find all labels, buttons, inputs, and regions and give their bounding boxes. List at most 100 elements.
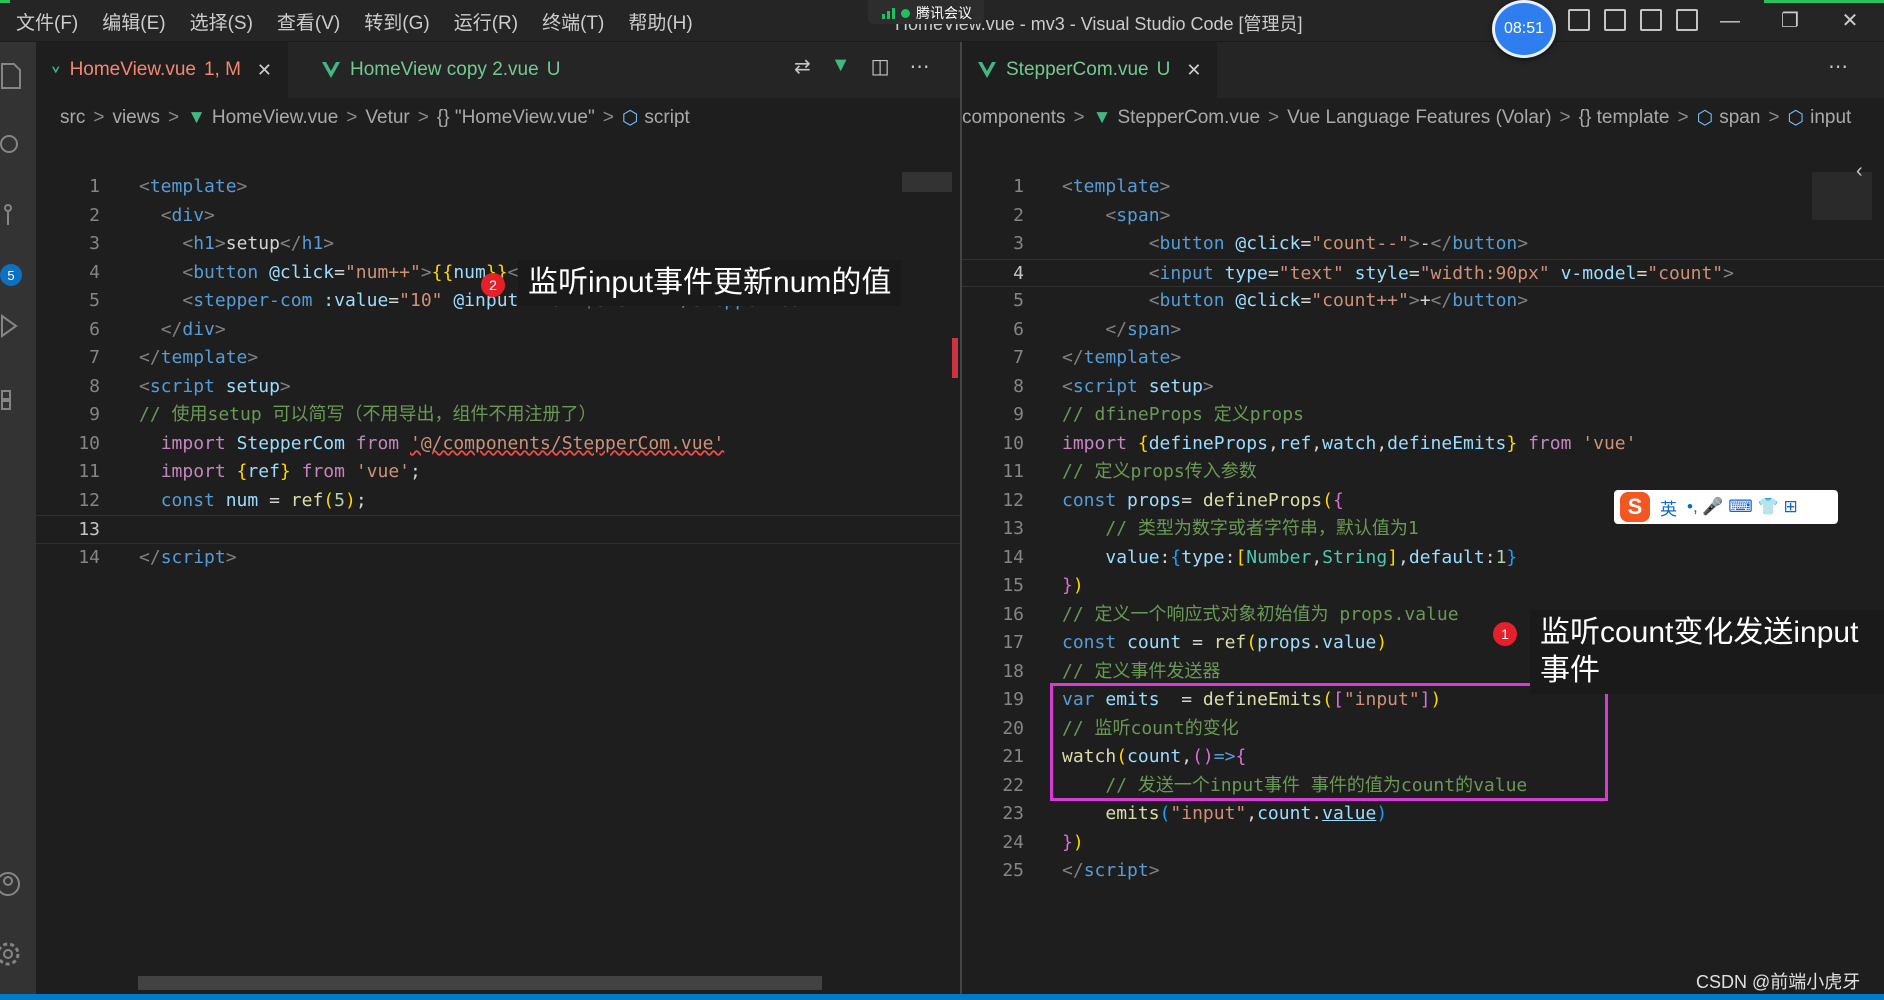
close-tab-icon[interactable]: ✕ [1186,60,1201,81]
manage-gear-icon[interactable] [0,940,24,968]
code-line: import StepperCom from '@/components/Ste… [160,432,725,454]
meeting-indicator[interactable]: 腾讯会议 [868,0,984,24]
toggle-secondary-sidebar-icon[interactable] [1640,9,1662,31]
line-number: 2 [1013,204,1024,226]
code-line: <script setup> [139,375,291,397]
code-line: </template> [139,347,259,368]
code-line: <input type="text" style="width:90px" v-… [1148,262,1734,284]
line-number: 6 [89,318,100,340]
code-line: <h1>setup</h1> [182,233,335,254]
breadcrumb-item[interactable]: Vue Language Features (Volar) [1287,107,1551,129]
floating-clock[interactable]: 08:51 [1492,0,1556,58]
run-debug-icon[interactable] [0,312,24,340]
breadcrumb: components > ▼ StepperCom.vue > Vue Langua… [962,107,1852,129]
horizontal-scrollbar[interactable] [138,976,822,990]
menu-run[interactable]: 运行(R) [454,8,518,35]
line-number: 21 [1002,746,1024,767]
code-line: emits("input",count.value) [1105,803,1388,824]
close-window-button[interactable]: ✕ [1820,6,1880,36]
toggle-primary-sidebar-icon[interactable] [1568,9,1590,31]
line-number: 24 [1002,831,1024,853]
symbol-icon: ⬡ [1787,107,1805,129]
menu-help[interactable]: 帮助(H) [628,8,692,35]
ime-toolbar[interactable]: S 英 •, 🎤 ⌨ 👕 ⊞ [1614,490,1838,524]
code-line: <button @click="count++">+</button> [1148,290,1529,311]
minimap-slider [1812,172,1872,220]
menu-view[interactable]: 查看(V) [277,8,340,35]
ime-language[interactable]: 英 [1660,495,1677,520]
tab-homeview-copy-2[interactable]: HomeView copy 2.vue U [306,42,576,98]
source-control-icon[interactable] [0,202,24,230]
code-editor[interactable]: 1 <template> 2 <div> 3 <h1>setup</h1> 4 <… [36,173,960,572]
breadcrumb-item[interactable]: StepperCom.vue [1117,107,1260,129]
breadcrumb-item[interactable]: span [1719,107,1760,129]
toggle-panel-icon[interactable] [1604,9,1626,31]
layout-controls [1568,9,1698,31]
line-number: 9 [1013,404,1024,425]
tab-homeview[interactable]: HomeView.vue 1, M ✕ [36,42,288,98]
breadcrumb-item[interactable]: {} "HomeView.vue" [437,107,595,129]
close-tab-icon[interactable]: ✕ [257,60,272,81]
code-line: // 定义事件发送器 [1062,660,1221,682]
breadcrumb-item[interactable]: Vetur [365,107,409,129]
split-editor-icon[interactable]: ◫ [871,54,890,79]
line-number: 23 [1002,803,1024,824]
line-number: 17 [1002,632,1024,653]
line-number: 5 [89,290,100,311]
breadcrumb-item[interactable]: {} template [1579,107,1670,129]
menu-edit[interactable]: 编辑(E) [102,8,165,35]
extensions-icon[interactable] [0,387,24,415]
breadcrumb-item[interactable]: src [60,107,85,129]
line-number: 7 [89,347,100,368]
breadcrumb-item[interactable]: script [644,107,689,129]
open-changes-icon[interactable]: ⇄ [794,54,811,79]
account-icon[interactable] [0,870,24,898]
line-number: 8 [89,375,100,397]
customize-layout-icon[interactable] [1676,9,1698,31]
line-number: 13 [78,519,100,540]
status-bar [0,994,1884,1000]
vue-file-icon [978,62,996,78]
annotation-badge: 1 [1493,622,1517,646]
highlight-box [1050,683,1608,801]
explorer-icon[interactable] [0,62,24,90]
tab-bar: HomeView.vue 1, M ✕ HomeView copy 2.vue … [36,42,960,98]
line-number: 8 [1013,375,1024,397]
line-number: 16 [1002,603,1024,625]
more-actions-icon[interactable]: ⋯ [909,54,929,79]
code-line: <button @click="count--">-</button> [1148,233,1529,254]
minimap[interactable] [1792,138,1884,838]
vue-preview-icon[interactable]: ▼ [831,54,851,79]
ime-tools[interactable]: •, 🎤 ⌨ 👕 ⊞ [1687,497,1798,517]
line-number: 22 [1002,774,1024,796]
code-line: <script setup> [1062,375,1214,397]
menu-go[interactable]: 转到(G) [364,8,429,35]
symbol-icon: ⬡ [621,107,639,129]
code-line: </span> [1105,318,1182,340]
restore-button[interactable]: ❐ [1760,6,1820,36]
tab-steppercom[interactable]: StepperCom.vue U ✕ [962,42,1218,98]
line-number: 7 [1013,347,1024,368]
minimize-button[interactable]: — [1700,6,1760,36]
code-line: // 使用setup 可以简写（不用导出，组件不用注册了） [139,404,597,425]
code-line: import {ref} from 'vue'; [160,461,421,482]
editor-actions: ⇄ ▼ ◫ ⋯ [794,54,929,79]
more-actions-icon[interactable]: ⋯ [1828,54,1848,79]
breadcrumb-item[interactable]: input [1810,107,1851,129]
breadcrumb-item[interactable]: views [112,107,160,129]
collapse-chevron-icon[interactable]: ‹ [1856,160,1863,183]
vue-file-icon: ▼ [1092,107,1112,128]
tab-label: HomeView copy 2.vue [350,59,539,80]
menu-file[interactable]: 文件(F) [16,8,78,35]
line-number: 10 [78,432,100,454]
minimap[interactable] [862,138,960,838]
code-line: // 类型为数字或者字符串，默认值为1 [1105,518,1419,539]
menu-selection[interactable]: 选择(S) [190,8,253,35]
line-number: 15 [1002,575,1024,596]
search-icon[interactable] [0,132,24,160]
line-number: 4 [89,261,100,283]
breadcrumb-item[interactable]: HomeView.vue [212,107,338,129]
menu-terminal[interactable]: 终端(T) [542,8,604,35]
breadcrumb-item[interactable]: components [962,107,1066,129]
code-line: value:{type:[Number,String],default:1} [1105,546,1518,568]
